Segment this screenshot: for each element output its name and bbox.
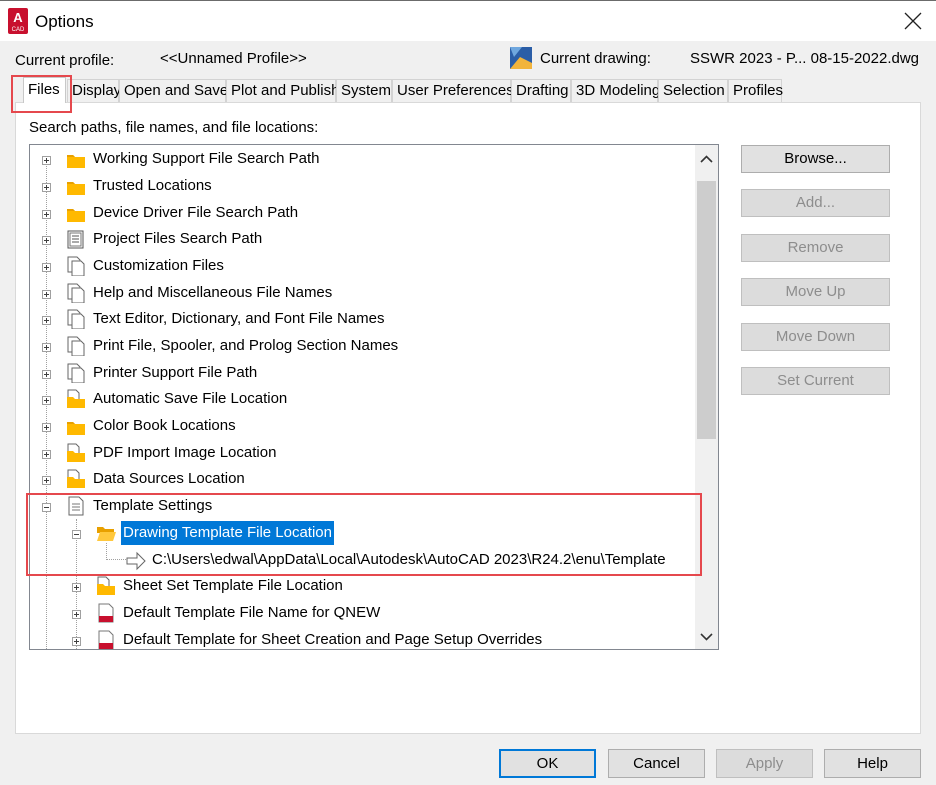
current-profile-value: <<Unnamed Profile>> — [160, 50, 307, 67]
options-dialog: A CAD Options Current profile: <<Unnamed… — [0, 0, 936, 785]
tab-3d-modeling[interactable]: 3D Modeling — [571, 79, 660, 102]
expand-icon[interactable] — [42, 290, 51, 299]
add-button[interactable]: Add... — [741, 189, 890, 217]
arrow-right-icon — [126, 551, 146, 571]
close-button[interactable] — [890, 1, 936, 41]
folder-file-icon — [67, 389, 85, 408]
folder-icon — [67, 209, 85, 222]
tab-files[interactable]: Files — [23, 77, 66, 103]
svg-text:CAD: CAD — [12, 27, 25, 33]
expand-icon[interactable] — [42, 370, 51, 379]
browse-button[interactable]: Browse... — [741, 145, 890, 173]
tree-item[interactable]: Default Template File Name for QNEW — [30, 601, 718, 625]
tree-item[interactable]: Device Driver File Search Path — [30, 201, 718, 225]
project-icon — [67, 230, 84, 249]
tree-item[interactable]: Color Book Locations — [30, 414, 718, 438]
expand-icon[interactable] — [42, 423, 51, 432]
tree-item[interactable]: Template Settings — [30, 494, 718, 518]
tab-user-preferences[interactable]: User Preferences — [392, 79, 514, 102]
current-drawing-value: SSWR 2023 - P... 08-15-2022.dwg — [690, 50, 920, 67]
expand-icon[interactable] — [42, 476, 51, 485]
tab-plot-and-publish[interactable]: Plot and Publish — [226, 79, 339, 102]
expand-icon[interactable] — [42, 236, 51, 245]
tree-item[interactable]: Automatic Save File Location — [30, 387, 718, 411]
tree-item[interactable]: Help and Miscellaneous File Names — [30, 281, 718, 305]
tab-system[interactable]: System — [336, 79, 392, 102]
tree-item[interactable]: Print File, Spooler, and Prolog Section … — [30, 334, 718, 358]
tree-item[interactable]: Default Template for Sheet Creation and … — [30, 628, 718, 649]
ok-button[interactable]: OK — [499, 749, 596, 778]
help-button[interactable]: Help — [824, 749, 921, 778]
tree-item[interactable]: Trusted Locations — [30, 174, 718, 198]
remove-button[interactable]: Remove — [741, 234, 890, 262]
tree-item[interactable]: Text Editor, Dictionary, and Font File N… — [30, 307, 718, 331]
folder-icon — [67, 155, 85, 168]
expand-icon[interactable] — [42, 210, 51, 219]
scroll-up-icon[interactable] — [700, 153, 713, 166]
cancel-button[interactable]: Cancel — [608, 749, 705, 778]
selected-tree-item-label: Drawing Template File Location — [121, 521, 334, 545]
dwt-file-icon — [98, 630, 114, 649]
drawing-icon — [510, 47, 532, 69]
svg-text:A: A — [13, 10, 23, 25]
tree-item[interactable]: Customization Files — [30, 254, 718, 278]
files-icon — [67, 256, 85, 276]
folder-icon — [67, 422, 85, 435]
tree-item[interactable]: Working Support File Search Path — [30, 147, 718, 171]
expand-icon[interactable] — [42, 450, 51, 459]
scrollbar-thumb[interactable] — [697, 181, 716, 439]
search-paths-label: Search paths, file names, and file locat… — [29, 119, 319, 136]
expand-icon[interactable] — [42, 343, 51, 352]
folder-file-icon — [67, 443, 85, 462]
expand-icon[interactable] — [72, 610, 81, 619]
tree-item[interactable]: PDF Import Image Location — [30, 441, 718, 465]
expand-icon[interactable] — [42, 183, 51, 192]
apply-button[interactable]: Apply — [716, 749, 813, 778]
close-icon — [904, 12, 922, 30]
tree-item[interactable]: Data Sources Location — [30, 467, 718, 491]
dwt-file-icon — [98, 603, 114, 623]
expand-icon[interactable] — [42, 396, 51, 405]
document-icon — [68, 496, 84, 516]
files-icon — [67, 283, 85, 303]
tab-profiles[interactable]: Profiles — [728, 79, 783, 102]
expand-icon[interactable] — [72, 637, 81, 646]
collapse-icon[interactable] — [72, 530, 81, 539]
autocad-app-icon: A CAD — [8, 8, 28, 34]
window-title: Options — [35, 12, 94, 31]
tree-item[interactable]: Printer Support File Path — [30, 361, 718, 385]
move-up-button[interactable]: Move Up — [741, 278, 890, 306]
move-down-button[interactable]: Move Down — [741, 323, 890, 351]
title-bar: A CAD Options — [0, 1, 936, 41]
files-icon — [67, 336, 85, 356]
collapse-icon[interactable] — [42, 503, 51, 512]
tab-selection[interactable]: Selection — [658, 79, 728, 102]
tree-item[interactable]: C:\Users\edwal\AppData\Local\Autodesk\Au… — [30, 548, 718, 572]
files-icon — [67, 309, 85, 329]
tab-open-and-save[interactable]: Open and Save — [119, 79, 228, 102]
current-drawing-label: Current drawing: — [540, 50, 651, 67]
expand-icon[interactable] — [42, 156, 51, 165]
set-current-button[interactable]: Set Current — [741, 367, 890, 395]
tree-item[interactable]: Project Files Search Path — [30, 227, 718, 251]
folder-file-icon — [97, 576, 115, 595]
folder-icon — [67, 182, 85, 195]
expand-icon[interactable] — [42, 316, 51, 325]
tab-display[interactable]: Display — [67, 79, 121, 102]
tab-drafting[interactable]: Drafting — [511, 79, 571, 102]
folder-file-icon — [67, 469, 85, 488]
tree-item[interactable]: Sheet Set Template File Location — [30, 574, 718, 598]
tree-item[interactable]: Drawing Template File Location — [30, 521, 718, 545]
file-locations-tree[interactable]: Working Support File Search Path Trusted… — [29, 144, 719, 650]
scroll-down-icon[interactable] — [700, 630, 713, 643]
expand-icon[interactable] — [42, 263, 51, 272]
tree-scrollbar[interactable] — [695, 145, 718, 649]
current-profile-label: Current profile: — [15, 52, 115, 69]
files-icon — [67, 363, 85, 383]
open-folder-icon — [97, 527, 116, 541]
expand-icon[interactable] — [72, 583, 81, 592]
